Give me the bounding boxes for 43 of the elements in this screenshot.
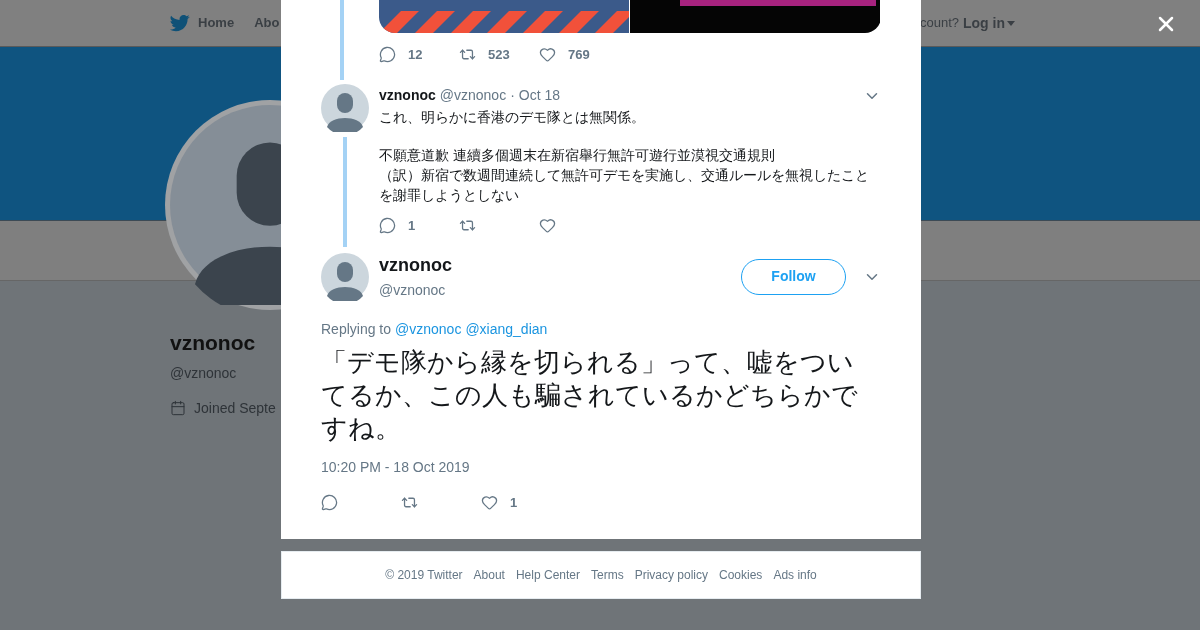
calendar-icon bbox=[170, 400, 186, 416]
footer-link[interactable]: Terms bbox=[591, 566, 624, 584]
like-count: 1 bbox=[510, 494, 518, 512]
avatar bbox=[321, 252, 369, 301]
nav-link[interactable]: Abo bbox=[254, 13, 280, 33]
author-name[interactable]: vznonoc bbox=[379, 85, 436, 106]
profile-handle: @vznonoc bbox=[170, 363, 237, 383]
author-name[interactable]: vznonoc bbox=[379, 252, 452, 279]
footer-link[interactable]: © 2019 Twitter bbox=[385, 566, 463, 584]
footer-link[interactable]: Privacy policy bbox=[634, 566, 708, 584]
tweet-date[interactable]: Oct 18 bbox=[518, 85, 561, 106]
retweet-count: 523 bbox=[488, 46, 510, 64]
reply-count: 1 bbox=[408, 217, 416, 235]
reply-icon[interactable] bbox=[379, 217, 396, 235]
heart-icon[interactable] bbox=[539, 46, 556, 64]
tweet-text: 「デモ隊から縁を切られる」って、嘘をついてるか、この人も騙されているかどちらかですね。 bbox=[321, 346, 859, 445]
tweet-text: （訳）新宿で数週間連続して無許可デモを実施し、交通ルールを無視したことを謝罪しようとしない bbox=[379, 166, 870, 205]
login-link[interactable]: Log in bbox=[963, 12, 1015, 34]
footer-link[interactable]: About bbox=[473, 566, 505, 584]
heart-icon[interactable] bbox=[539, 217, 556, 235]
bird-icon bbox=[170, 13, 190, 33]
separator-dot: · bbox=[510, 86, 515, 105]
reply-count: 12 bbox=[408, 46, 423, 64]
tweet-text: 不願意道歉 連續多個週末在新宿舉行無許可遊行並漠視交通規則 bbox=[379, 146, 776, 165]
joined-date: Joined Septe bbox=[194, 398, 276, 418]
login-prompt: count? bbox=[919, 14, 959, 33]
author-handle: @vznonoc bbox=[439, 86, 507, 105]
mention-link[interactable]: @xiang_dian bbox=[465, 319, 548, 340]
replying-label: Replying to bbox=[321, 320, 392, 339]
nav-link[interactable]: Home bbox=[170, 13, 235, 33]
footer-link[interactable]: Ads info bbox=[773, 566, 817, 584]
tweet-text: これ、明らかに香港のデモ隊とは無関係。 bbox=[379, 108, 646, 127]
footer-link[interactable]: Help Center bbox=[515, 566, 580, 584]
reply-icon[interactable] bbox=[379, 46, 396, 64]
mention-link[interactable]: @vznonoc bbox=[395, 319, 462, 340]
like-count: 769 bbox=[568, 46, 590, 64]
reply-icon[interactable] bbox=[321, 494, 338, 512]
author-handle: @vznonoc bbox=[379, 281, 447, 300]
footer-link[interactable]: Cookies bbox=[719, 566, 763, 584]
profile-name: vznonoc bbox=[170, 330, 256, 356]
avatar bbox=[321, 84, 369, 132]
heart-icon[interactable] bbox=[481, 494, 498, 512]
tweet-timestamp: 10:20 PM - 18 Oct 2019 bbox=[321, 458, 471, 477]
